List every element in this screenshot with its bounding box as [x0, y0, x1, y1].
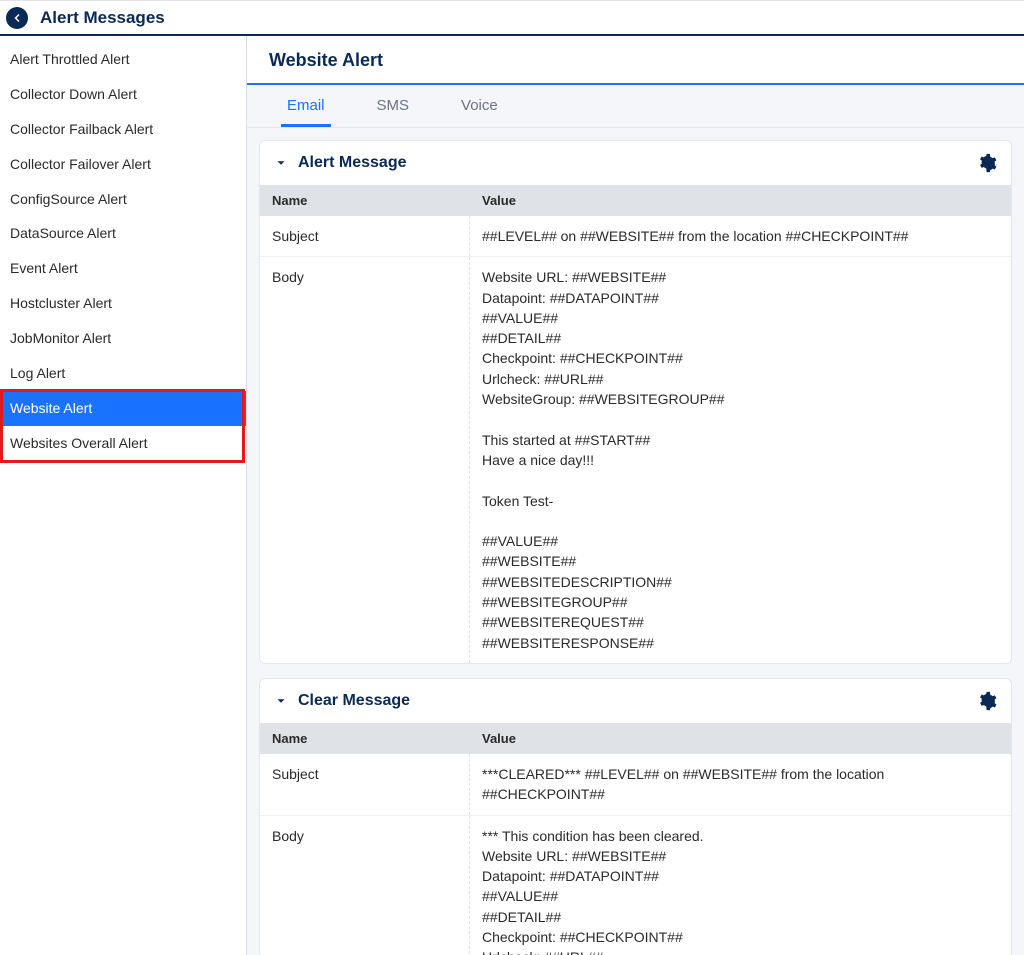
row-label-subject: Subject — [260, 216, 470, 256]
card-title: Alert Message — [298, 154, 967, 172]
sidebar-item[interactable]: Website Alert — [0, 391, 246, 426]
sidebar-item[interactable]: Alert Throttled Alert — [0, 42, 246, 77]
sidebar-item[interactable]: Event Alert — [0, 251, 246, 286]
column-header-name: Name — [260, 185, 470, 216]
sidebar-item[interactable]: ConfigSource Alert — [0, 182, 246, 217]
card-header: Clear Message — [260, 679, 1011, 723]
main-panel: Website Alert Email SMS Voice Alert Messag… — [247, 36, 1024, 955]
column-header-value: Value — [470, 185, 1011, 216]
table-header: NameValue — [260, 723, 1011, 754]
table-row: Subject***CLEARED*** ##LEVEL## on ##WEBS… — [260, 754, 1011, 816]
message-card: Clear Message NameValueSubject***CLEARED*… — [259, 678, 1012, 955]
table-row: Body*** This condition has been cleared.… — [260, 816, 1011, 955]
back-button[interactable] — [6, 7, 28, 29]
card-header: Alert Message — [260, 141, 1011, 185]
sidebar-item[interactable]: Log Alert — [0, 356, 246, 391]
sidebar-item[interactable]: Websites Overall Alert — [0, 426, 246, 461]
page-title: Alert Messages — [40, 8, 165, 28]
row-label-subject: Subject — [260, 754, 470, 815]
sidebar-item[interactable]: Hostcluster Alert — [0, 286, 246, 321]
sidebar-item[interactable]: Collector Failover Alert — [0, 147, 246, 182]
tabs-bar: Email SMS Voice — [247, 85, 1024, 128]
body-value: *** This condition has been cleared. Web… — [470, 816, 1011, 955]
gear-icon[interactable] — [977, 691, 997, 711]
sidebar: Alert Throttled AlertCollector Down Aler… — [0, 36, 247, 955]
table-row: Subject##LEVEL## on ##WEBSITE## from the… — [260, 216, 1011, 257]
table-header: NameValue — [260, 185, 1011, 216]
chevron-down-icon[interactable] — [274, 156, 288, 170]
tab[interactable]: Voice — [455, 85, 504, 127]
gear-icon[interactable] — [977, 153, 997, 173]
tab[interactable]: SMS — [371, 85, 416, 127]
card-title: Clear Message — [298, 692, 967, 710]
body-value: Website URL: ##WEBSITE## Datapoint: ##DA… — [470, 257, 1011, 663]
chevron-down-icon[interactable] — [274, 694, 288, 708]
cards-container: Alert MessageNameValueSubject##LEVEL## o… — [247, 128, 1024, 955]
tab[interactable]: Email — [281, 85, 331, 127]
sidebar-item[interactable]: DataSource Alert — [0, 216, 246, 251]
row-label-body: Body — [260, 816, 470, 955]
main-title: Website Alert — [247, 36, 1024, 85]
subject-value: ***CLEARED*** ##LEVEL## on ##WEBSITE## f… — [470, 754, 1011, 815]
column-header-value: Value — [470, 723, 1011, 754]
chevron-left-icon — [11, 12, 23, 24]
row-label-body: Body — [260, 257, 470, 663]
subject-value: ##LEVEL## on ##WEBSITE## from the locati… — [470, 216, 1011, 256]
header-bar: Alert Messages — [0, 0, 1024, 36]
sidebar-item[interactable]: Collector Failback Alert — [0, 112, 246, 147]
column-header-name: Name — [260, 723, 470, 754]
message-card: Alert Message NameValueSubject##LEVEL## o… — [259, 140, 1012, 664]
table-row: BodyWebsite URL: ##WEBSITE## Datapoint: … — [260, 257, 1011, 663]
sidebar-item[interactable]: JobMonitor Alert — [0, 321, 246, 356]
sidebar-item[interactable]: Collector Down Alert — [0, 77, 246, 112]
